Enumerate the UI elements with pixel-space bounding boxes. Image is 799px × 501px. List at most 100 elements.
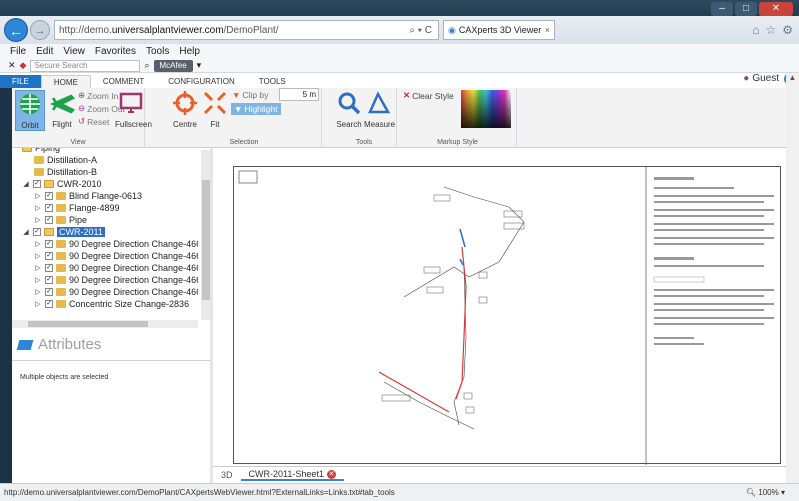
tree-item[interactable]: ▷ ✓ 90 Degree Direction Change-4664: [34, 262, 198, 274]
menu-tools[interactable]: Tools: [146, 46, 169, 57]
tree-checkbox[interactable]: ✓: [45, 192, 53, 200]
address-bar[interactable]: http://demo. universalplantviewer.com/Dem…: [54, 20, 439, 40]
flight-button[interactable]: Flight: [47, 90, 77, 129]
settings-gear-icon[interactable]: ⚙: [782, 23, 793, 37]
tree-item[interactable]: ◢ ✓ CWR-2011: [22, 226, 105, 238]
tree-item[interactable]: ▷ ✓ Pipe: [34, 214, 87, 226]
tree-checkbox[interactable]: ✓: [45, 240, 53, 248]
expand-arrow-icon[interactable]: ▷: [34, 216, 42, 224]
triangle-ruler-icon: [368, 91, 391, 114]
model-tree: Piping Distillation-A Distillation-B ◢ ✓ CWR-…: [12, 148, 198, 322]
maximize-button[interactable]: □: [735, 2, 757, 16]
expand-arrow-icon[interactable]: ▷: [34, 252, 42, 260]
tree-hscroll-thumb[interactable]: [28, 321, 148, 327]
tree-checkbox[interactable]: ✓: [45, 252, 53, 260]
search-tool-button[interactable]: Search: [334, 90, 364, 129]
crosshair-icon: [173, 91, 197, 115]
expand-arrow-icon[interactable]: ▷: [34, 192, 42, 200]
tree-item[interactable]: ▷ ✓ 90 Degree Direction Change-4663: [34, 250, 198, 262]
forward-button[interactable]: →: [30, 20, 50, 40]
clip-by-button[interactable]: ▼ Clip by: [232, 90, 268, 100]
fullscreen-button[interactable]: Fullscreen: [115, 90, 152, 129]
tree-item[interactable]: ▷ ✓ Flange-4899: [34, 202, 119, 214]
expand-arrow-icon[interactable]: ▷: [34, 264, 42, 272]
measure-button[interactable]: Measure: [364, 90, 395, 129]
tree-item[interactable]: ▷ ✓ 90 Degree Direction Change-4666: [34, 286, 198, 298]
zoom-level[interactable]: 🔍︎ 100% ▾: [746, 488, 785, 497]
tree-item[interactable]: Distillation-B: [34, 166, 97, 178]
tree-item[interactable]: ▷ ✓ Blind Flange-0613: [34, 190, 142, 202]
tab-close-icon[interactable]: ×: [545, 25, 550, 35]
expand-arrow-icon[interactable]: ▷: [34, 300, 42, 308]
user-menu[interactable]: ● Guest: [743, 73, 779, 84]
browser-tab[interactable]: ◉ CAXperts 3D Viewer | +1.0.1... ×: [443, 20, 555, 40]
tree-horizontal-scrollbar[interactable]: [12, 320, 198, 328]
tree-scroll-thumb[interactable]: [202, 180, 210, 300]
tab-home[interactable]: HOME: [40, 75, 91, 88]
mcafee-button[interactable]: McAfee: [153, 59, 193, 72]
tree-item-label: 90 Degree Direction Change-4663: [69, 251, 198, 261]
expand-arrow-icon[interactable]: ▷: [34, 276, 42, 284]
orbit-button[interactable]: Orbit: [15, 90, 45, 131]
tab-tools[interactable]: TOOLS: [247, 75, 298, 88]
back-button[interactable]: ←: [4, 18, 28, 42]
tools-group-label: Tools: [355, 139, 373, 146]
scroll-up-icon[interactable]: ▲: [786, 73, 799, 82]
drawing-canvas[interactable]: [213, 148, 786, 466]
tree-item-label: 90 Degree Direction Change-4666: [69, 287, 198, 297]
minimize-button[interactable]: –: [711, 2, 733, 16]
menu-file[interactable]: File: [10, 46, 26, 57]
close-window-button[interactable]: ✕: [759, 2, 793, 16]
zoom-in-button[interactable]: ⊕ Zoom In: [78, 90, 118, 101]
expand-arrow-icon[interactable]: ▷: [34, 204, 42, 212]
tree-checkbox[interactable]: ✓: [45, 288, 53, 296]
reset-button[interactable]: ↺ Reset: [78, 116, 109, 127]
expand-arrow-icon[interactable]: ◢: [22, 228, 30, 236]
address-row: ← → http://demo. universalplantviewer.com…: [0, 16, 799, 44]
search-icon[interactable]: ⌕: [144, 60, 149, 71]
secure-search-input[interactable]: Secure Search: [30, 59, 141, 72]
menu-edit[interactable]: Edit: [36, 46, 53, 57]
shield-icon: ◆: [19, 60, 27, 70]
highlight-button[interactable]: ▼ Highlight: [231, 103, 281, 115]
tree-item[interactable]: ▷ ✓ 90 Degree Direction Change-4665: [34, 274, 198, 286]
tree-checkbox[interactable]: ✓: [45, 264, 53, 272]
home-icon[interactable]: ⌂: [752, 23, 759, 37]
tree-checkbox[interactable]: ✓: [45, 204, 53, 212]
tree-checkbox[interactable]: ✓: [33, 228, 41, 236]
tab-sheet[interactable]: CWR-2011-Sheet1 ✕: [240, 469, 344, 481]
tree-item[interactable]: Distillation-A: [34, 154, 97, 166]
tree-item[interactable]: ◢ ✓ CWR-2010: [22, 178, 101, 190]
folder-icon: [56, 252, 66, 260]
tree-checkbox[interactable]: ✓: [45, 216, 53, 224]
url-controls[interactable]: ⌕ ▾ C: [409, 25, 432, 36]
tab-configuration[interactable]: CONFIGURATION: [156, 75, 247, 88]
color-palette[interactable]: [461, 90, 511, 128]
dropdown-icon[interactable]: ▾: [197, 60, 202, 71]
tree-checkbox[interactable]: ✓: [33, 180, 41, 188]
menu-favorites[interactable]: Favorites: [95, 46, 136, 57]
fit-button[interactable]: Fit: [200, 90, 230, 129]
expand-arrow-icon[interactable]: ▷: [34, 240, 42, 248]
clip-value-input[interactable]: 5 m: [279, 88, 319, 101]
menu-view[interactable]: View: [63, 46, 85, 57]
centre-button[interactable]: Centre: [170, 90, 200, 129]
tab-3d[interactable]: 3D: [213, 470, 241, 480]
ribbon-home: Orbit Flight ⊕ Zoom In ⊖ Zoom Out ↺ Reset F…: [12, 88, 799, 148]
tree-item[interactable]: ▷ ✓ 90 Degree Direction Change-4662: [34, 238, 198, 250]
tab-comment[interactable]: COMMENT: [91, 75, 156, 88]
expand-arrow-icon[interactable]: ▷: [34, 288, 42, 296]
tab-file[interactable]: FILE: [0, 75, 41, 88]
zoom-in-label: Zoom In: [87, 90, 119, 101]
close-sheet-icon[interactable]: ✕: [326, 469, 336, 479]
clear-style-button[interactable]: ✕ Clear Style: [403, 90, 454, 101]
expand-arrow-icon[interactable]: ◢: [22, 180, 30, 188]
menu-help[interactable]: Help: [179, 46, 200, 57]
favorites-star-icon[interactable]: ☆: [765, 23, 776, 37]
page-scrollbar[interactable]: ▲: [786, 73, 799, 483]
tree-checkbox[interactable]: ✓: [45, 276, 53, 284]
tree-checkbox[interactable]: ✓: [45, 300, 53, 308]
tree-item[interactable]: ▷ ✓ Concentric Size Change-2836: [34, 298, 189, 310]
attributes-header: Attributes: [16, 336, 101, 353]
close-toolbar-icon[interactable]: ✕: [8, 60, 16, 71]
